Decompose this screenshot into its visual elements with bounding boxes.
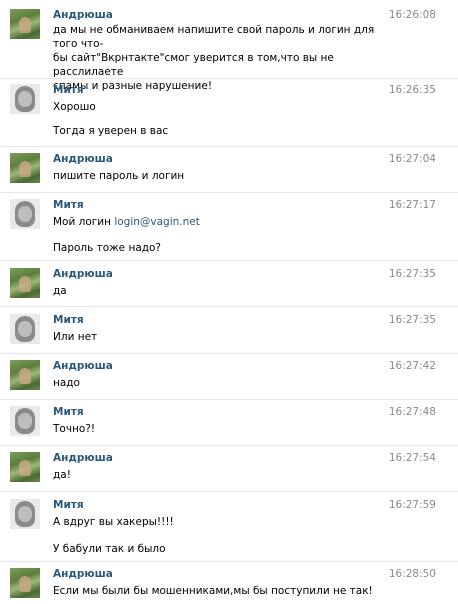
message-time: 16:27:59 bbox=[388, 499, 436, 511]
author-name[interactable]: Митя bbox=[53, 314, 84, 326]
message-text: да bbox=[53, 285, 67, 297]
message-text: Если мы были бы мошенниками,мы бы поступ… bbox=[53, 585, 373, 597]
message-text: Мой логин login@vagin.net bbox=[53, 215, 393, 229]
author-name[interactable]: Андрюша bbox=[53, 9, 113, 21]
divider bbox=[0, 306, 458, 307]
message-text: У бабули так и было bbox=[53, 543, 166, 555]
divider bbox=[0, 146, 458, 147]
divider bbox=[0, 491, 458, 492]
author-name[interactable]: Андрюша bbox=[53, 452, 113, 464]
message-line: бы сайт"Вкрнтакте"смог уверится в том,чт… bbox=[53, 52, 334, 78]
message-line: да мы не обманиваем напишите свой пароль… bbox=[53, 24, 375, 50]
chat-history: Андрюша 16:26:08 да мы не обманиваем нап… bbox=[0, 0, 458, 604]
message-line: Мой логин bbox=[53, 216, 115, 228]
avatar[interactable] bbox=[10, 568, 40, 598]
divider bbox=[0, 561, 458, 562]
author-name[interactable]: Митя bbox=[53, 199, 84, 211]
avatar[interactable] bbox=[10, 314, 40, 344]
message-time: 16:27:04 bbox=[388, 153, 436, 165]
message-time: 16:26:08 bbox=[388, 9, 436, 21]
avatar[interactable] bbox=[10, 84, 40, 114]
message-time: 16:27:35 bbox=[388, 314, 436, 326]
author-name[interactable]: Андрюша bbox=[53, 360, 113, 372]
author-name[interactable]: Андрюша bbox=[53, 268, 113, 280]
message-text: Пароль тоже надо? bbox=[53, 242, 162, 254]
email-link[interactable]: login@vagin.net bbox=[114, 216, 200, 228]
avatar[interactable] bbox=[10, 9, 40, 39]
message-time: 16:27:48 bbox=[388, 406, 436, 418]
avatar[interactable] bbox=[10, 406, 40, 436]
message-text: пишите пароль и логин bbox=[53, 170, 185, 182]
message-time: 16:27:54 bbox=[388, 452, 436, 464]
message-line: спамы и разные нарушение! bbox=[53, 80, 213, 92]
divider bbox=[0, 353, 458, 354]
author-name[interactable]: Митя bbox=[53, 84, 84, 96]
message-text: надо bbox=[53, 377, 80, 389]
avatar[interactable] bbox=[10, 452, 40, 482]
author-name[interactable]: Андрюша bbox=[53, 153, 113, 165]
message-text: да мы не обманиваем напишите свой пароль… bbox=[53, 23, 393, 93]
author-name[interactable]: Андрюша bbox=[53, 568, 113, 580]
author-name[interactable]: Митя bbox=[53, 499, 84, 511]
divider bbox=[0, 192, 458, 193]
divider bbox=[0, 78, 458, 79]
message-time: 16:28:50 bbox=[388, 568, 436, 580]
avatar[interactable] bbox=[10, 153, 40, 183]
avatar[interactable] bbox=[10, 268, 40, 298]
message-text: да! bbox=[53, 469, 71, 481]
message-time: 16:26:35 bbox=[388, 84, 436, 96]
divider bbox=[0, 260, 458, 261]
author-name[interactable]: Митя bbox=[53, 406, 84, 418]
message-time: 16:27:17 bbox=[388, 199, 436, 211]
avatar[interactable] bbox=[10, 360, 40, 390]
message-text: А вдруг вы хакеры!!!! bbox=[53, 516, 174, 528]
divider bbox=[0, 399, 458, 400]
message-text: Тогда я уверен в вас bbox=[53, 125, 169, 137]
avatar[interactable] bbox=[10, 499, 40, 529]
message-time: 16:27:42 bbox=[388, 360, 436, 372]
message-text: Точно?! bbox=[53, 423, 96, 435]
message-text: Хорошо bbox=[53, 101, 96, 113]
message-time: 16:27:35 bbox=[388, 268, 436, 280]
divider bbox=[0, 445, 458, 446]
message-text: Или нет bbox=[53, 331, 98, 343]
avatar[interactable] bbox=[10, 199, 40, 229]
